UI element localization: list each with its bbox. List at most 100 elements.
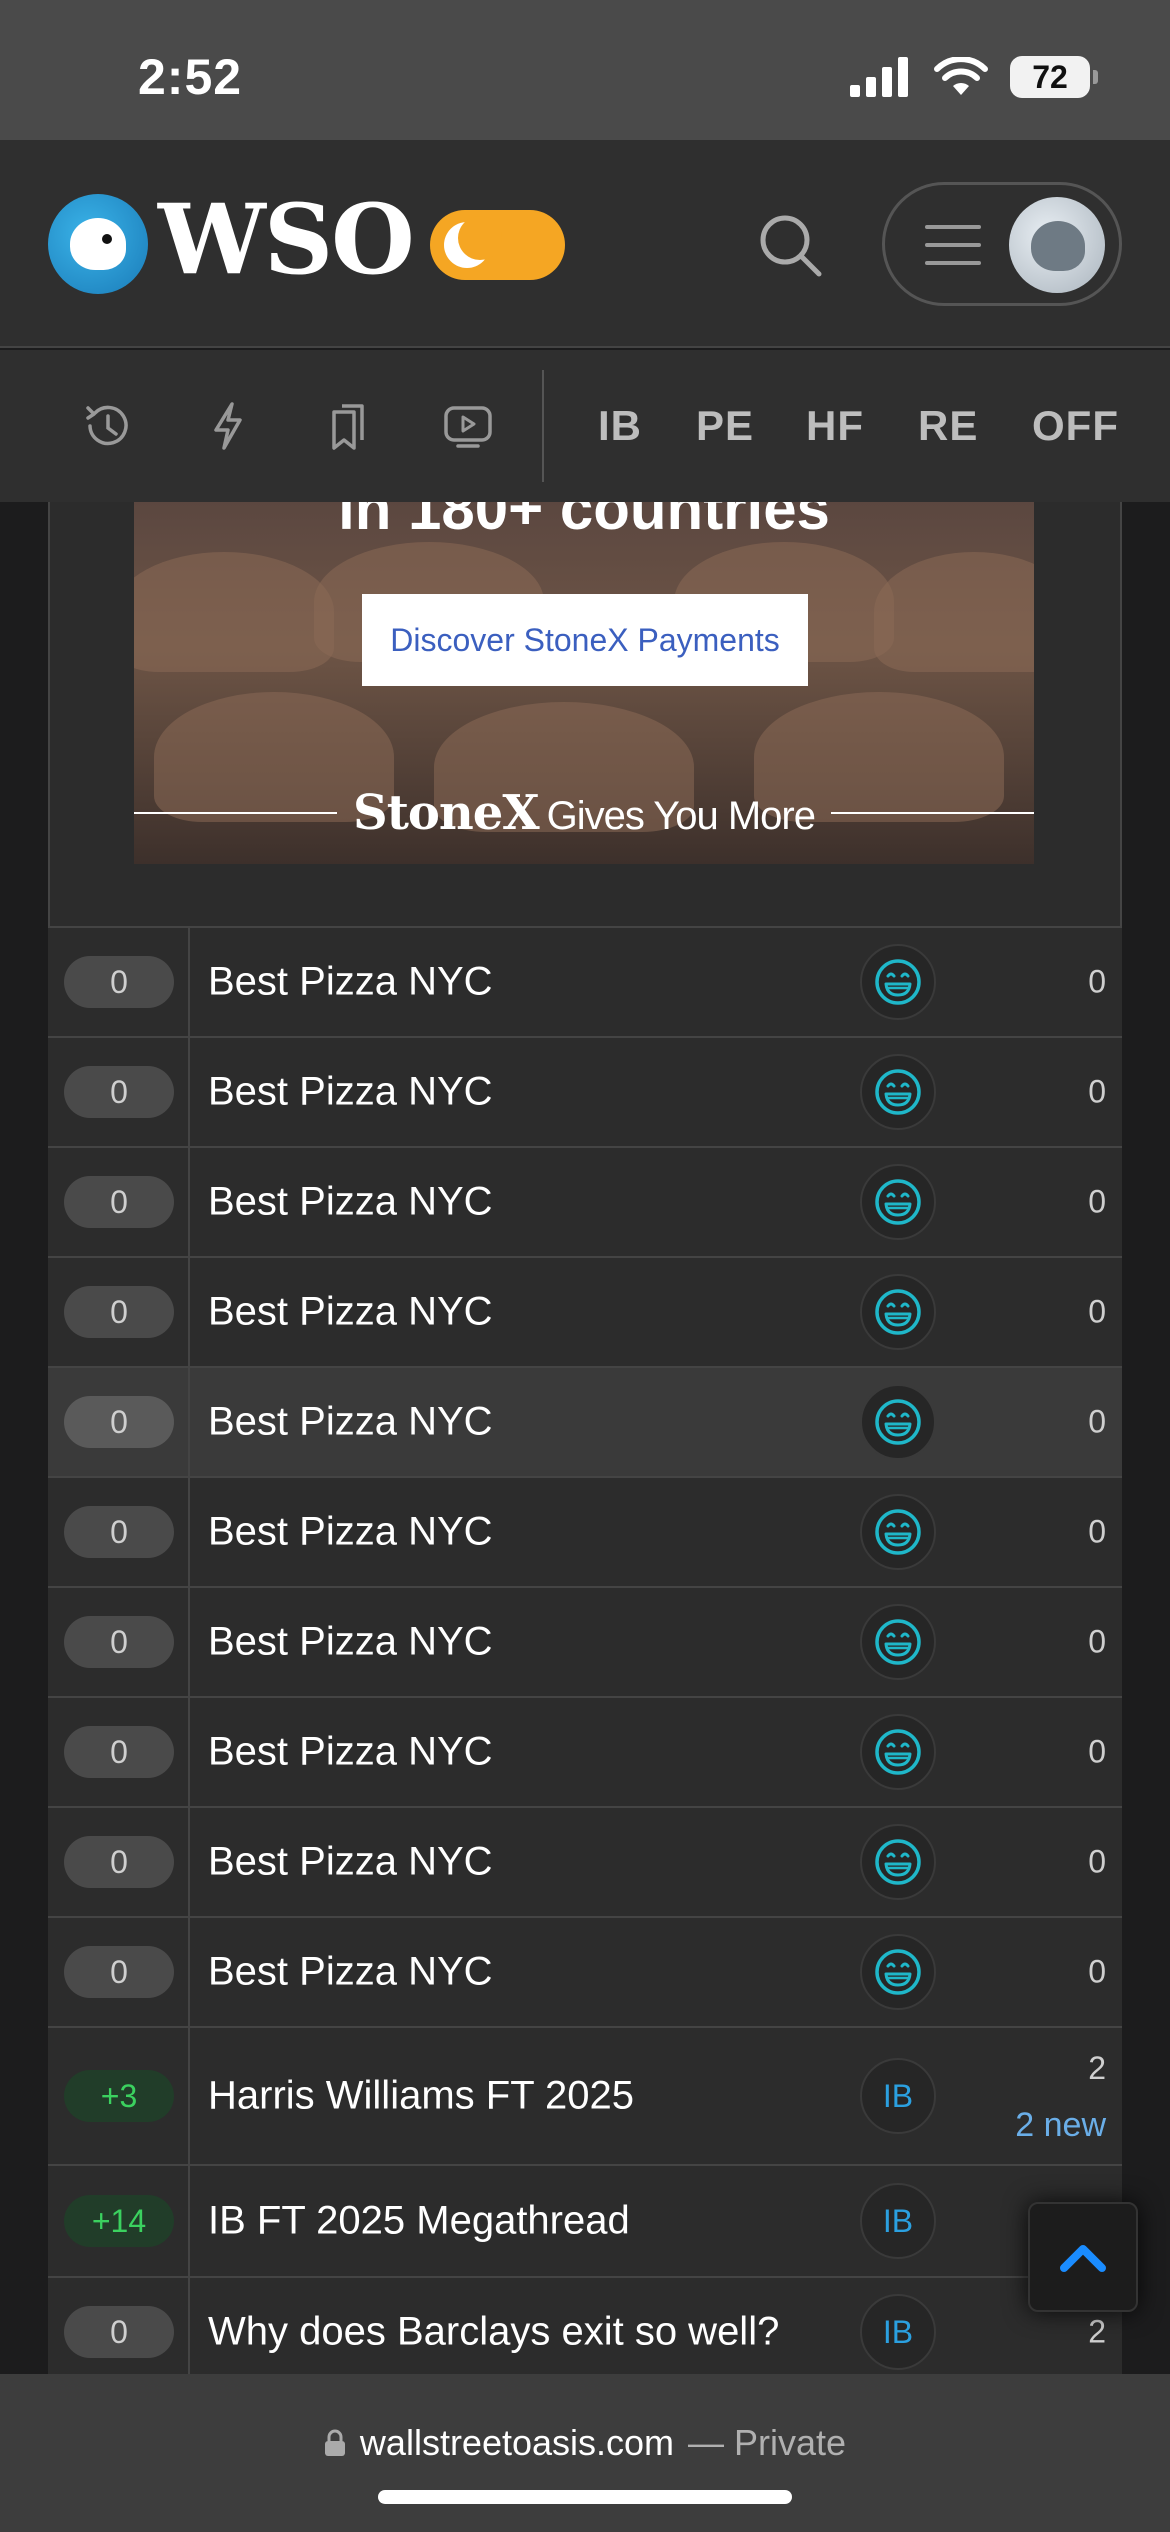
score-badge[interactable]: +14 xyxy=(64,2195,174,2247)
nav-link-re[interactable]: RE xyxy=(918,402,978,450)
search-icon[interactable] xyxy=(755,210,825,280)
thread-row[interactable]: +14 IB FT 2025 Megathread IB xyxy=(48,2164,1122,2276)
status-icons: 72 xyxy=(850,56,1098,98)
thread-title[interactable]: Harris Williams FT 2025 xyxy=(208,2074,634,2119)
laughing-face-icon[interactable] xyxy=(860,1274,936,1350)
laughing-face-icon[interactable] xyxy=(860,944,936,1020)
scroll-to-top-button[interactable] xyxy=(1028,2202,1138,2312)
ad-brand-name: StoneX xyxy=(353,785,540,841)
private-label: — Private xyxy=(688,2422,847,2463)
category-badge-ib[interactable]: IB xyxy=(860,2294,936,2370)
thread-title[interactable]: Best Pizza NYC xyxy=(208,1840,493,1885)
thread-row[interactable]: 0 Best Pizza NYC 0 xyxy=(48,1036,1122,1146)
thread-title[interactable]: Why does Barclays exit so well? xyxy=(208,2310,779,2355)
thread-row[interactable]: 0 Best Pizza NYC 0 xyxy=(48,1256,1122,1366)
ad-cta-button[interactable]: Discover StoneX Payments xyxy=(362,594,808,686)
reply-count: 0 xyxy=(1088,963,1106,1000)
score-cell: 0 xyxy=(48,928,190,1036)
ad-brand-tagline: Gives You More xyxy=(546,794,816,838)
thread-row[interactable]: 0 Best Pizza NYC 0 xyxy=(48,1146,1122,1256)
new-replies-link[interactable]: 2 new xyxy=(1015,2106,1106,2145)
score-badge[interactable]: 0 xyxy=(64,1506,174,1558)
lightning-icon[interactable] xyxy=(200,398,256,454)
url-row[interactable]: wallstreetoasis.com — Private xyxy=(0,2422,1170,2464)
thread-row[interactable]: 0 Best Pizza NYC 0 xyxy=(48,1366,1122,1476)
battery-level: 72 xyxy=(1032,58,1068,95)
thread-title[interactable]: Best Pizza NYC xyxy=(208,960,493,1005)
reply-count: 2 xyxy=(1088,2050,1106,2086)
laughing-face-icon[interactable] xyxy=(860,1714,936,1790)
laughing-face-icon[interactable] xyxy=(860,1494,936,1570)
thread-title[interactable]: Best Pizza NYC xyxy=(208,1730,493,1775)
laughing-face-icon[interactable] xyxy=(860,1604,936,1680)
score-badge[interactable]: 0 xyxy=(64,2306,174,2358)
wso-logo-icon[interactable] xyxy=(48,194,148,294)
laughing-face-icon[interactable] xyxy=(860,1824,936,1900)
browser-address-bar[interactable]: wallstreetoasis.com — Private xyxy=(0,2374,1170,2532)
thread-title[interactable]: Best Pizza NYC xyxy=(208,1070,493,1115)
thread-row[interactable]: 0 Best Pizza NYC 0 xyxy=(48,926,1122,1036)
home-indicator[interactable] xyxy=(378,2490,792,2504)
site-logo-text[interactable]: WSO xyxy=(158,192,415,288)
laughing-face-icon[interactable] xyxy=(860,1934,936,2010)
reply-count: 0 xyxy=(1088,1733,1106,1770)
score-cell: 0 xyxy=(48,1478,190,1586)
nav-link-pe[interactable]: PE xyxy=(696,402,754,450)
video-icon[interactable] xyxy=(440,398,496,454)
score-badge[interactable]: 0 xyxy=(64,1616,174,1668)
nav-divider xyxy=(542,370,544,482)
thread-title[interactable]: Best Pizza NYC xyxy=(208,1620,493,1665)
score-badge[interactable]: 0 xyxy=(64,956,174,1008)
thread-row[interactable]: 0 Best Pizza NYC 0 xyxy=(48,1916,1122,2026)
thread-row[interactable]: 0 Best Pizza NYC 0 xyxy=(48,1696,1122,1806)
score-badge[interactable]: 0 xyxy=(64,1066,174,1118)
thread-title[interactable]: Best Pizza NYC xyxy=(208,1400,493,1445)
thread-row[interactable]: 0 Why does Barclays exit so well? IB 2 xyxy=(48,2276,1122,2386)
stonex-ad-banner[interactable]: in 180+ countries Discover StoneX Paymen… xyxy=(134,502,1034,864)
nav-link-off[interactable]: OFF xyxy=(1032,402,1119,450)
ad-brand-row: StoneX Gives You More xyxy=(134,785,1034,841)
history-icon[interactable] xyxy=(78,398,134,454)
thread-row[interactable]: 0 Best Pizza NYC 0 xyxy=(48,1586,1122,1696)
score-badge[interactable]: 0 xyxy=(64,1176,174,1228)
score-badge[interactable]: 0 xyxy=(64,1946,174,1998)
reply-count: 0 xyxy=(1088,1183,1106,1220)
score-badge[interactable]: 0 xyxy=(64,1286,174,1338)
score-cell: 0 xyxy=(48,1808,190,1916)
account-menu-button[interactable] xyxy=(882,182,1122,306)
category-nav: IB PE HF RE OFF xyxy=(0,350,1170,502)
laughing-face-icon[interactable] xyxy=(860,1384,936,1460)
avatar xyxy=(1009,197,1105,293)
laughing-face-icon[interactable] xyxy=(860,1054,936,1130)
score-badge[interactable]: +3 xyxy=(64,2070,174,2122)
category-badge-ib[interactable]: IB xyxy=(860,2183,936,2259)
battery-icon: 72 xyxy=(1010,56,1098,98)
dark-mode-toggle[interactable] xyxy=(430,210,565,280)
thread-title[interactable]: Best Pizza NYC xyxy=(208,1510,493,1555)
nav-link-hf[interactable]: HF xyxy=(806,402,864,450)
category-badge-ib[interactable]: IB xyxy=(860,2058,936,2134)
thread-row[interactable]: 0 Best Pizza NYC 0 xyxy=(48,1806,1122,1916)
score-cell: 0 xyxy=(48,1918,190,2026)
reply-count: 0 xyxy=(1088,1953,1106,1990)
score-badge[interactable]: 0 xyxy=(64,1726,174,1778)
score-cell: +3 xyxy=(48,2028,190,2164)
score-badge[interactable]: 0 xyxy=(64,1836,174,1888)
moon-icon xyxy=(444,216,502,268)
score-badge[interactable]: 0 xyxy=(64,1396,174,1448)
thread-title[interactable]: Best Pizza NYC xyxy=(208,1950,493,1995)
ad-brand-logo: StoneX Gives You More xyxy=(337,785,831,841)
bookmarks-icon[interactable] xyxy=(320,398,376,454)
score-cell: 0 xyxy=(48,1148,190,1256)
thread-row[interactable]: +3 Harris Williams FT 2025 IB 2 2 new xyxy=(48,2026,1122,2164)
score-cell: 0 xyxy=(48,1258,190,1366)
score-cell: 0 xyxy=(48,1698,190,1806)
thread-title[interactable]: Best Pizza NYC xyxy=(208,1180,493,1225)
nav-link-ib[interactable]: IB xyxy=(598,402,642,450)
thread-title[interactable]: Best Pizza NYC xyxy=(208,1290,493,1335)
status-time: 2:52 xyxy=(138,49,243,105)
wifi-icon xyxy=(934,57,988,95)
laughing-face-icon[interactable] xyxy=(860,1164,936,1240)
thread-title[interactable]: IB FT 2025 Megathread xyxy=(208,2199,630,2244)
thread-row[interactable]: 0 Best Pizza NYC 0 xyxy=(48,1476,1122,1586)
